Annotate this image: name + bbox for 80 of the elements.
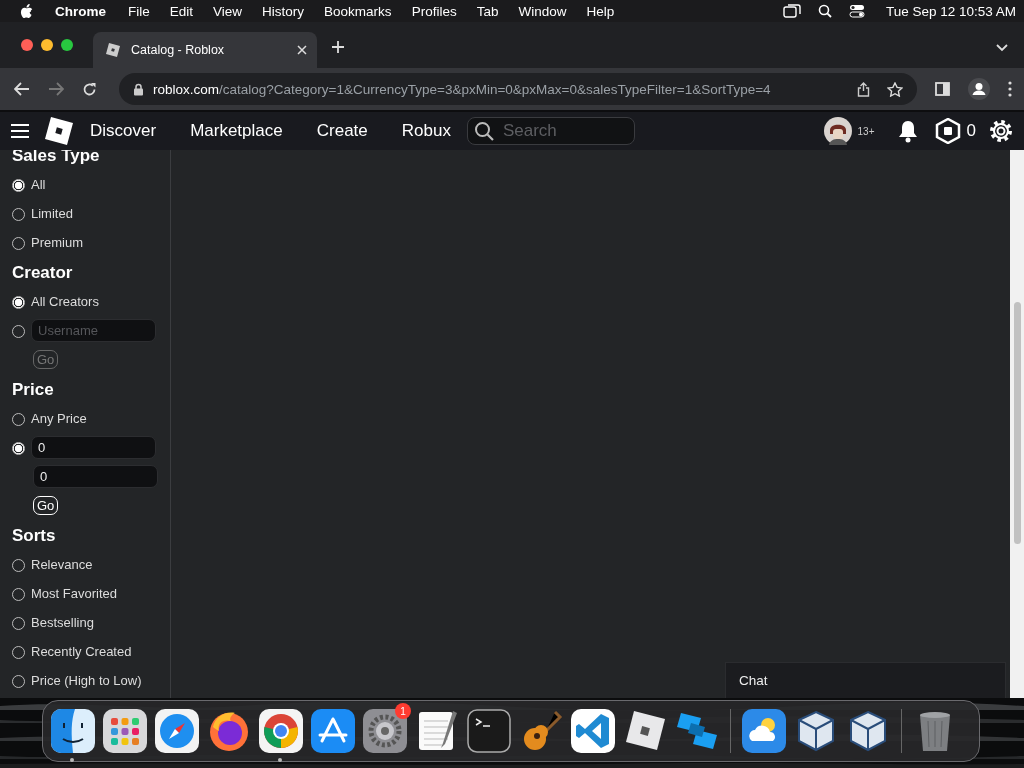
option-label[interactable]: All	[31, 177, 46, 192]
clock[interactable]: Tue Sep 12 10:53 AM	[885, 3, 1016, 19]
bell-icon[interactable]	[896, 119, 919, 143]
menu-item[interactable]: Bookmarks	[324, 3, 392, 19]
chevron-down-icon[interactable]	[996, 44, 1008, 52]
nav-link[interactable]: Discover	[90, 121, 157, 141]
avatar-icon[interactable]	[823, 117, 852, 145]
option-label[interactable]: Premium	[31, 235, 83, 250]
menu-item[interactable]: Window	[518, 3, 567, 19]
input-field[interactable]: 0	[31, 436, 156, 459]
nav-link[interactable]: Marketplace	[190, 121, 283, 141]
go-button[interactable]: Go	[33, 496, 59, 515]
tab-title: Catalog - Roblox	[131, 43, 226, 57]
close-window-button[interactable]	[21, 39, 33, 51]
profile-icon[interactable]	[968, 78, 990, 100]
radio-button[interactable]	[12, 179, 25, 192]
browser-tab[interactable]: Catalog - Roblox	[93, 32, 317, 68]
toggles-icon[interactable]	[848, 4, 865, 18]
menu-item[interactable]: Edit	[169, 3, 194, 19]
settings-icon[interactable]	[988, 118, 1014, 144]
menu-item[interactable]: Help	[586, 3, 615, 19]
lock-icon	[133, 82, 144, 96]
gear-icon[interactable]	[363, 709, 407, 753]
side-panel-icon[interactable]	[935, 82, 950, 96]
terminal-icon[interactable]	[467, 709, 511, 753]
reload-icon[interactable]	[82, 81, 97, 97]
minimize-window-button[interactable]	[41, 39, 53, 51]
option-label[interactable]: Most Favorited	[31, 586, 117, 601]
input-field[interactable]: 0	[33, 465, 158, 488]
windows-icon[interactable]	[782, 4, 801, 18]
option-label[interactable]: Limited	[31, 206, 73, 221]
menu-item[interactable]: View	[213, 3, 243, 19]
maximize-window-button[interactable]	[61, 39, 73, 51]
filter-heading: Price	[12, 380, 55, 400]
search-icon	[473, 121, 494, 141]
menu-item[interactable]: File	[128, 3, 150, 19]
search-icon[interactable]	[817, 4, 832, 18]
close-icon[interactable]	[297, 45, 307, 55]
wheel-logo-icon[interactable]	[259, 709, 303, 753]
nav-link[interactable]: Robux	[401, 121, 451, 141]
nav-link[interactable]: Create	[316, 121, 368, 141]
input-field[interactable]: Username	[31, 319, 156, 342]
back-icon[interactable]	[14, 82, 30, 96]
menu-icon[interactable]	[10, 123, 30, 139]
two-tone-square-icon[interactable]	[51, 709, 95, 753]
tilted-square-logo-icon[interactable]	[44, 116, 74, 146]
option-label[interactable]: Recently Created	[31, 644, 132, 659]
option-label[interactable]: Bestselling	[31, 615, 94, 630]
radio-button[interactable]	[12, 442, 25, 455]
cloud-sun-icon[interactable]	[742, 709, 786, 753]
radio-button[interactable]	[12, 296, 25, 309]
search-field[interactable]: Search	[466, 117, 635, 145]
hexagon-coin-icon[interactable]	[934, 118, 961, 144]
share-icon[interactable]	[857, 81, 870, 97]
forward-icon[interactable]	[48, 82, 64, 96]
grid-icon[interactable]	[103, 709, 147, 753]
filter-heading: Creator	[12, 263, 74, 283]
option-label[interactable]: Any Price	[31, 411, 87, 426]
apple-icon[interactable]	[20, 3, 33, 19]
ribbon-icon[interactable]	[571, 709, 615, 753]
triangle-lines-icon[interactable]	[311, 709, 355, 753]
plus-icon[interactable]	[331, 40, 345, 54]
age-label: 13+	[857, 125, 875, 137]
option-label[interactable]: All Creators	[31, 294, 99, 309]
url-text: roblox.com/catalog?Category=1&CurrencyType=3&pxMin=0&pxMax=0&salesTypeFilter=1&SortType=4	[153, 81, 772, 97]
notification-badge: 1	[395, 703, 411, 719]
option-label[interactable]: Price (High to Low)	[31, 673, 142, 688]
menu-item[interactable]: Tab	[476, 3, 499, 19]
robux-balance[interactable]: 0	[966, 121, 976, 141]
scrollbar-thumb[interactable]	[1014, 302, 1021, 544]
filter-heading: Sorts	[12, 526, 57, 546]
menu-item[interactable]: History	[262, 3, 305, 19]
address-bar[interactable]: roblox.com/catalog?Category=1&CurrencyType=3&pxMin=0&pxMax=0&salesTypeFilter=1&SortType=4	[119, 73, 917, 105]
option-label[interactable]: Relevance	[31, 557, 93, 572]
menu-item[interactable]: Profiles	[411, 3, 457, 19]
app-menu[interactable]: Chrome	[55, 3, 106, 19]
more-icon[interactable]	[1008, 81, 1012, 97]
chat-panel[interactable]: Chat	[725, 662, 1006, 698]
star-icon[interactable]	[887, 81, 903, 97]
compass-icon[interactable]	[155, 709, 199, 753]
